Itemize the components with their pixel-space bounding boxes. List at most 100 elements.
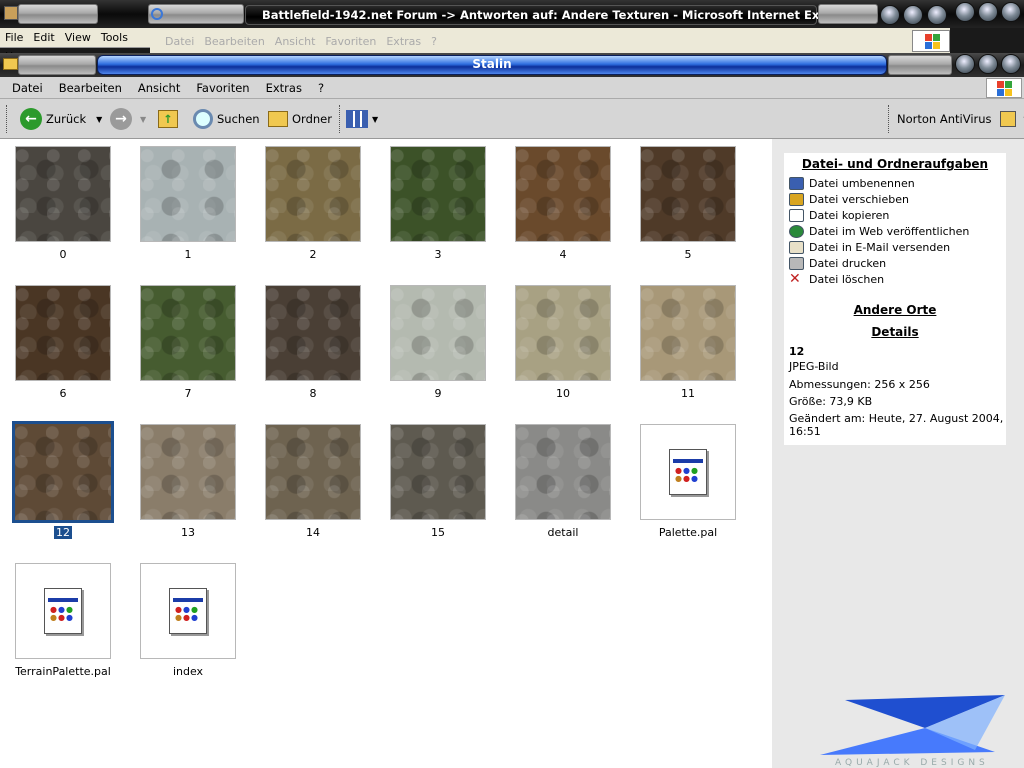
file-name-text: 12 [54, 526, 72, 539]
task-label: Datei löschen [809, 272, 885, 286]
texture-thumbnail [15, 285, 111, 381]
file-item[interactable]: 12 [12, 421, 114, 539]
outer-minimize-button[interactable] [955, 2, 975, 22]
file-item[interactable]: 9 [390, 285, 488, 400]
file-item[interactable]: 3 [390, 146, 488, 261]
task-rename[interactable]: Datei umbenennen [789, 175, 1006, 191]
file-name-label: 14 [245, 526, 381, 539]
back-button[interactable]: ← Zurück ▼ [20, 107, 102, 131]
file-name-text: 11 [681, 387, 695, 400]
texture-thumbnail [140, 146, 236, 242]
ie-title-bar: Battlefield-1942.net Forum -> Antworten … [0, 0, 1024, 28]
document-thumbnail: ●●● ●●● [15, 563, 111, 659]
ie-inner-menu-item[interactable]: Bearbeiten [199, 32, 269, 51]
toolbar-grip [888, 105, 891, 133]
ie-inner-menu-item[interactable]: Datei [160, 32, 199, 51]
file-item[interactable]: ●●● ●●● Palette.pal [640, 424, 738, 539]
texture-thumbnail [265, 424, 361, 520]
forward-button[interactable]: → ▼ [110, 107, 146, 131]
file-name-text: 8 [309, 387, 317, 400]
file-item[interactable]: 6 [15, 285, 113, 400]
ie-menu-tools[interactable]: Tools [96, 28, 133, 47]
file-name-label: 7 [120, 387, 256, 400]
texture-thumbnail [140, 424, 236, 520]
file-name-label: 5 [620, 248, 756, 261]
file-item[interactable]: detail [515, 424, 613, 539]
details-modified: Geändert am: Heute, 27. August 2004, 16:… [789, 412, 1004, 438]
file-item[interactable]: 1 [140, 146, 238, 261]
file-item[interactable]: 13 [140, 424, 238, 539]
back-dropdown-icon[interactable]: ▼ [96, 115, 102, 124]
details-size: Größe: 73,9 KB [789, 395, 873, 408]
task-email[interactable]: Datei in E-Mail versenden [789, 239, 1006, 255]
email-icon [789, 240, 804, 254]
ie-inner-menu-item[interactable]: ? [426, 32, 442, 51]
ie-inner-menu-item[interactable]: Ansicht [270, 32, 321, 51]
file-name-text: index [172, 665, 204, 678]
task-print[interactable]: Datei drucken [789, 255, 1006, 271]
menu-ansicht[interactable]: Ansicht [130, 77, 188, 99]
details-title[interactable]: Details [784, 325, 1006, 339]
menu-help[interactable]: ? [310, 77, 332, 99]
task-web-publish[interactable]: Datei im Web veröffentlichen [789, 223, 1006, 239]
outer-close-button[interactable] [1001, 2, 1021, 22]
ie-menu-file[interactable]: File [0, 28, 28, 47]
menu-bearbeiten[interactable]: Bearbeiten [51, 77, 130, 99]
file-name-label: index [120, 665, 256, 678]
up-folder-button[interactable]: ↑ [158, 107, 178, 131]
file-name-label: 11 [620, 387, 756, 400]
menu-extras[interactable]: Extras [258, 77, 310, 99]
file-item[interactable]: 5 [640, 146, 738, 261]
file-item[interactable]: 14 [265, 424, 363, 539]
ie-inner-menu: Datei Bearbeiten Ansicht Favoriten Extras? [160, 32, 760, 52]
views-button[interactable]: ▼ [346, 107, 378, 131]
file-item[interactable]: 15 [390, 424, 488, 539]
file-item[interactable]: 11 [640, 285, 738, 400]
file-item[interactable]: 8 [265, 285, 363, 400]
explorer-close-button[interactable] [1001, 54, 1021, 74]
move-icon [789, 192, 804, 206]
file-item[interactable]: 0 [15, 146, 113, 261]
file-name-text: 6 [59, 387, 67, 400]
file-view[interactable]: 0 1 2 3 4 5 6 7 8 9 10 11 12 13 14 15 detail ●●● ●●● Palett… [0, 139, 772, 768]
search-button[interactable]: Suchen [193, 107, 260, 131]
file-item[interactable]: 2 [265, 146, 363, 261]
ie-minimize-button[interactable] [880, 5, 900, 25]
explorer-minimize-button[interactable] [955, 54, 975, 74]
search-icon [193, 109, 213, 129]
ie-maximize-button[interactable] [903, 5, 923, 25]
ie-inner-menu-item[interactable]: Favoriten [320, 32, 381, 51]
task-label: Datei drucken [809, 256, 887, 270]
document-thumbnail: ●●● ●●● [140, 563, 236, 659]
file-item[interactable]: 7 [140, 285, 238, 400]
file-item[interactable]: 10 [515, 285, 613, 400]
file-name-text: 14 [306, 526, 320, 539]
file-name-text: 2 [309, 248, 317, 261]
file-name-label: 12 [0, 526, 131, 539]
ie-inner-menu-item[interactable]: Extras [381, 32, 426, 51]
ie-menu-edit[interactable]: Edit [28, 28, 59, 47]
file-name-label: 3 [370, 248, 506, 261]
task-move[interactable]: Datei verschieben [789, 191, 1006, 207]
menu-datei[interactable]: Datei [0, 77, 51, 99]
task-panel: Datei- und Ordneraufgaben Datei umbenenn… [784, 153, 1006, 445]
menu-favoriten[interactable]: Favoriten [188, 77, 257, 99]
explorer-maximize-button[interactable] [978, 54, 998, 74]
outer-maximize-button[interactable] [978, 2, 998, 22]
ie-close-button[interactable] [927, 5, 947, 25]
file-item[interactable]: ●●● ●●● TerrainPalette.pal [15, 563, 113, 678]
forward-dropdown-icon[interactable]: ▼ [140, 115, 146, 124]
file-item[interactable]: 4 [515, 146, 613, 261]
file-item[interactable]: ●●● ●●● index [140, 563, 238, 678]
other-places-title[interactable]: Andere Orte [784, 303, 1006, 317]
ie-menu-view[interactable]: View [60, 28, 96, 47]
views-dropdown-icon[interactable]: ▼ [372, 115, 378, 124]
folders-button[interactable]: Ordner [268, 107, 332, 131]
task-delete[interactable]: ✕ Datei löschen [789, 271, 1006, 287]
texture-thumbnail [515, 285, 611, 381]
tasks-section-title[interactable]: Datei- und Ordneraufgaben [784, 157, 1006, 171]
file-name-label: detail [495, 526, 631, 539]
details-box: 12 JPEG-Bild Abmessungen: 256 x 256 Größ… [784, 345, 1006, 438]
task-copy[interactable]: Datei kopieren [789, 207, 1006, 223]
norton-antivirus-button[interactable]: Norton AntiVirus ▼ [897, 107, 1024, 131]
